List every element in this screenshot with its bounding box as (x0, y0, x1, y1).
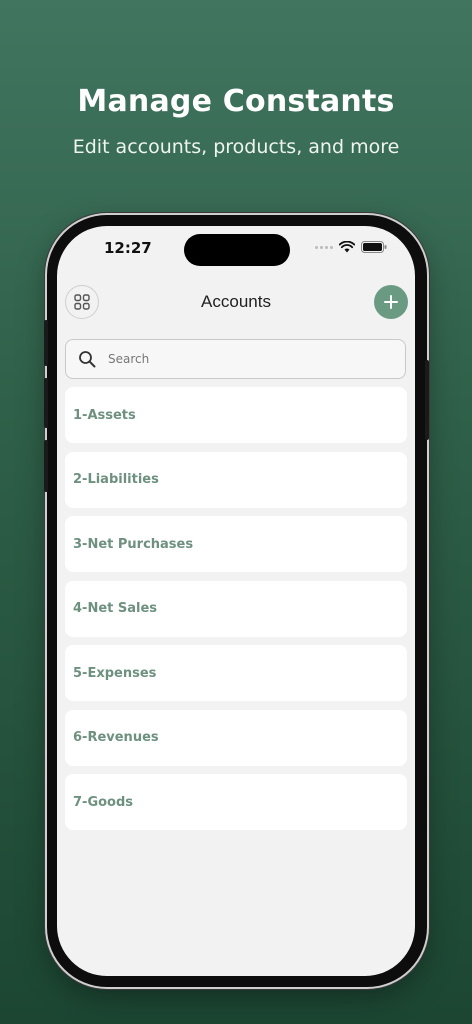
battery-icon (361, 241, 387, 253)
status-time: 12:27 (104, 239, 152, 257)
phone-side-button (425, 360, 429, 440)
list-item-label: 2-Liabilities (73, 472, 159, 487)
search-icon (79, 351, 96, 368)
list-item[interactable]: 2-Liabilities (65, 451, 407, 508)
list-item-label: 4-Net Sales (73, 601, 158, 616)
list-item[interactable]: 7-Goods (65, 774, 407, 830)
wifi-icon (339, 241, 355, 253)
promo-headline: Manage Constants (77, 84, 395, 119)
promo-subheadline: Edit accounts, products, and more (72, 136, 400, 158)
add-account-button[interactable] (374, 285, 408, 319)
list-item[interactable]: 4-Net Sales (65, 580, 407, 637)
list-item[interactable]: 6-Revenues (65, 709, 407, 766)
plus-icon (384, 295, 398, 309)
list-item[interactable]: 1-Assets (65, 387, 407, 443)
list-item-label: 1-Assets (73, 407, 136, 423)
phone-screen: 12:27 Accounts Search 1-Assets 2-Liabili… (57, 226, 415, 976)
accounts-list: 1-Assets 2-Liabilities 3-Net Purchases 4… (65, 387, 407, 839)
list-item-label: 6-Revenues (73, 730, 159, 745)
phone-side-button (44, 378, 48, 428)
cellular-dots-icon (315, 245, 333, 249)
phone-side-button (44, 320, 48, 366)
status-icons (315, 241, 387, 253)
phone-side-button (44, 440, 48, 492)
list-item-label: 3-Net Purchases (73, 536, 194, 552)
dynamic-island (184, 234, 290, 266)
list-item[interactable]: 3-Net Purchases (65, 516, 407, 572)
list-item[interactable]: 5-Expenses (65, 645, 407, 701)
list-item-label: 7-Goods (73, 794, 134, 810)
search-bar[interactable] (65, 339, 406, 379)
page-title: Accounts (201, 292, 271, 311)
search-input[interactable] (106, 351, 390, 367)
list-item-label: 5-Expenses (73, 665, 157, 681)
